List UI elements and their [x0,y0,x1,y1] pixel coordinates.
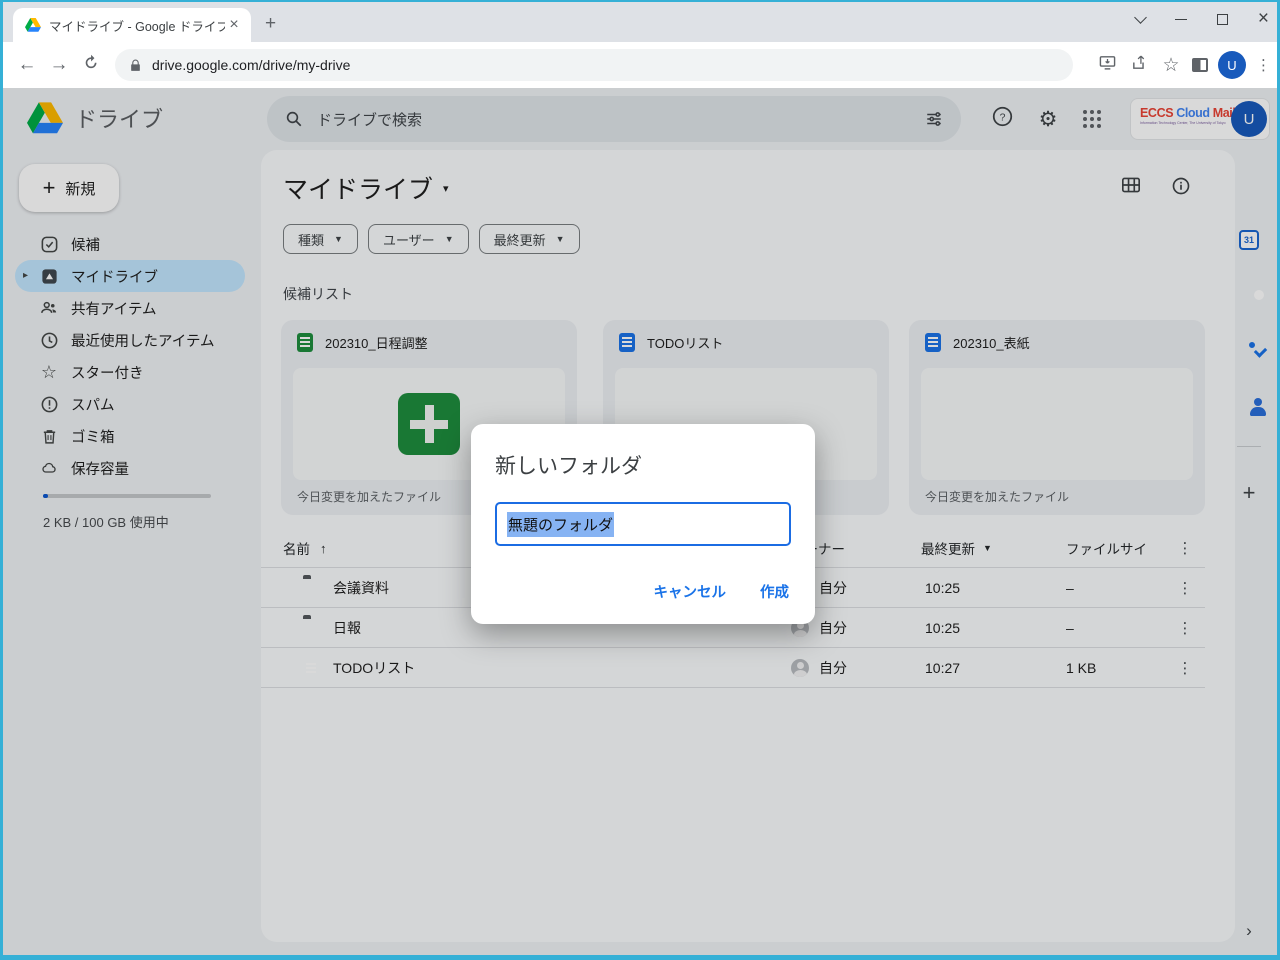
create-button[interactable]: 作成 [760,581,789,602]
side-panel-icon[interactable] [1192,58,1208,72]
tab-strip: マイドライブ - Google ドライブ × + × [3,2,1277,42]
browser-window: マイドライブ - Google ドライブ × + × ← → drive.goo… [0,0,1280,960]
browser-menu-icon[interactable]: ⋮ [1256,56,1271,74]
back-icon[interactable]: ← [11,54,43,76]
drive-page: ドライブ ドライブで検索 ? ⚙ ECCS Cloud Mail [3,88,1277,955]
dialog-title: 新しいフォルダ [495,450,791,480]
browser-toolbar: ← → drive.google.com/drive/my-drive ☆ U … [3,42,1277,88]
new-folder-dialog: 新しいフォルダ 無題のフォルダ キャンセル 作成 [471,424,815,624]
install-icon[interactable] [1096,54,1118,76]
share-icon[interactable] [1128,54,1150,76]
close-window-icon[interactable]: × [1258,8,1269,30]
browser-tab[interactable]: マイドライブ - Google ドライブ × [13,8,251,42]
tab-close-icon[interactable]: × [225,16,243,34]
tab-title: マイドライブ - Google ドライブ [49,16,225,35]
lock-icon [129,58,142,73]
cancel-button[interactable]: キャンセル [654,581,727,602]
bookmark-star-icon[interactable]: ☆ [1160,54,1182,77]
address-bar[interactable]: drive.google.com/drive/my-drive [115,49,1073,81]
forward-icon[interactable]: → [43,54,75,76]
new-tab-icon[interactable]: + [265,13,276,35]
minimize-icon[interactable] [1175,19,1187,20]
drive-favicon [25,18,41,32]
url-text: drive.google.com/drive/my-drive [152,57,350,73]
browser-avatar[interactable]: U [1218,51,1246,79]
maximize-icon[interactable] [1217,14,1228,25]
tab-search-chevron-icon[interactable] [1134,11,1147,24]
selected-input-text: 無題のフォルダ [507,512,614,537]
reload-icon[interactable] [75,54,107,77]
folder-name-input[interactable]: 無題のフォルダ [495,502,791,546]
